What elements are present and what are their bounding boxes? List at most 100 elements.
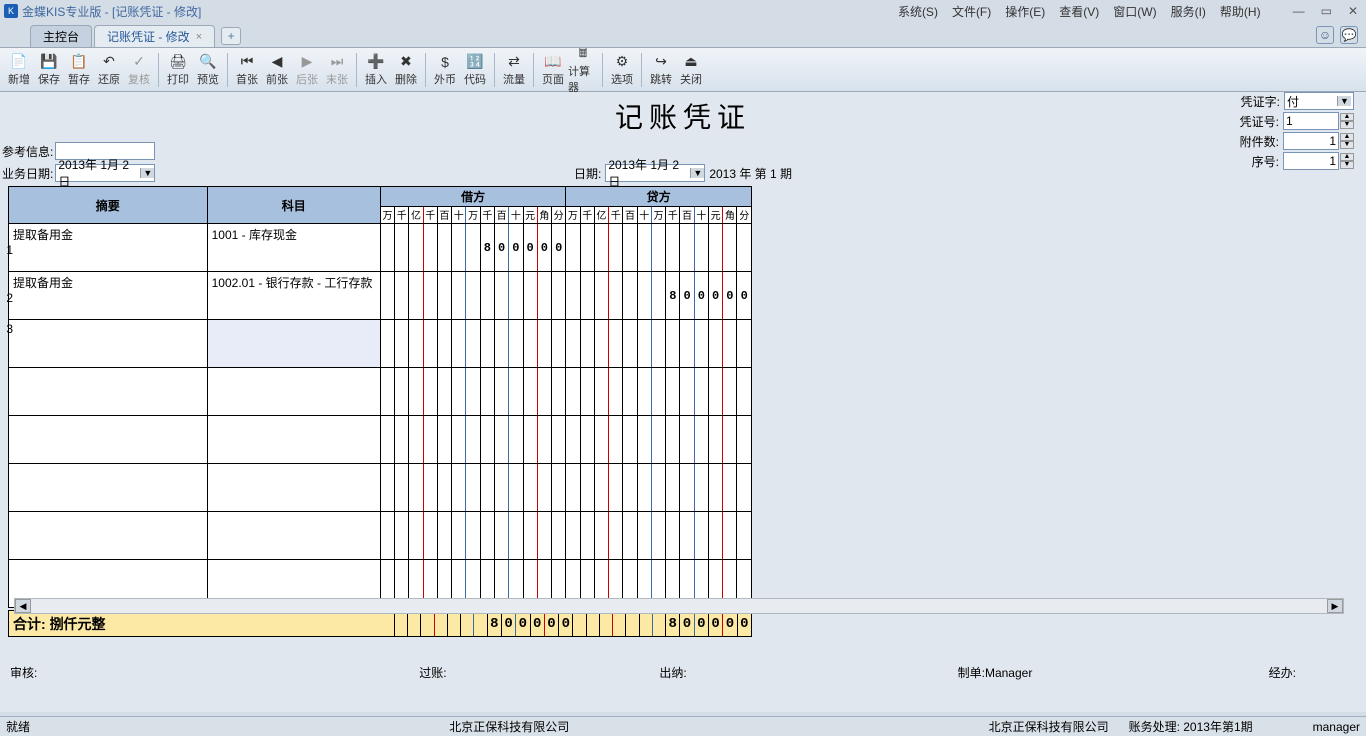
close-icon[interactable]: ×: [196, 31, 202, 43]
tab-main-console[interactable]: 主控台: [30, 25, 92, 47]
status-left: 就绪: [6, 718, 30, 735]
toolbar-末张[interactable]: ⏭末张: [322, 51, 352, 89]
voucher-word-combo[interactable]: 付▼: [1284, 92, 1354, 110]
sig-cashier: 出纳:: [588, 664, 757, 681]
restore-button[interactable]: ▭: [1317, 4, 1336, 18]
seq-label: 序号:: [1231, 153, 1279, 170]
tab-voucher-edit[interactable]: 记账凭证 - 修改×: [94, 25, 215, 47]
toolbar-插入[interactable]: ➕插入: [361, 51, 391, 89]
toolbar-新增[interactable]: 📄新增: [4, 51, 34, 89]
chevron-down-icon[interactable]: ▼: [690, 168, 704, 178]
voucher-grid: 摘要 科目 借方 贷方 万千亿千百十万千百十元角分万千亿千百十万千百十元角分 提…: [8, 186, 752, 637]
voucher-no-input[interactable]: [1283, 112, 1339, 130]
voucher-no-label: 凭证号:: [1231, 113, 1279, 130]
date-label: 日期:: [574, 165, 601, 182]
horizontal-scrollbar[interactable]: ◀ ▶: [14, 598, 1344, 614]
menubar: 系统(S) 文件(F) 操作(E) 查看(V) 窗口(W) 服务(I) 帮助(H…: [892, 3, 1362, 20]
attach-label: 附件数:: [1231, 133, 1279, 150]
close-button[interactable]: ✕: [1344, 4, 1362, 18]
toolbar-复核[interactable]: ✓复核: [124, 51, 154, 89]
header-center: 日期: 2013年 1月 2日▼ 2013 年 第 1 期: [574, 164, 792, 182]
signature-row: 审核: 过账: 出纳: 制单:Manager 经办:: [0, 664, 1366, 681]
table-row[interactable]: [9, 416, 752, 464]
toolbar-代码[interactable]: 🔢代码: [460, 51, 490, 89]
attach-input[interactable]: [1283, 132, 1339, 150]
sig-preparer-label: 制单:: [958, 666, 985, 680]
toolbar-选项[interactable]: ⚙选项: [607, 51, 637, 89]
new-tab-button[interactable]: +: [221, 27, 241, 45]
sig-poster: 过账:: [179, 664, 588, 681]
menu-window[interactable]: 窗口(W): [1107, 3, 1162, 20]
sig-auditor: 审核:: [10, 664, 179, 681]
menu-help[interactable]: 帮助(H): [1214, 3, 1267, 20]
scroll-left-button[interactable]: ◀: [15, 599, 31, 613]
sig-handler: 经办:: [1127, 664, 1356, 681]
toolbar-关闭[interactable]: ⏏关闭: [676, 51, 706, 89]
toolbar-删除[interactable]: ✖删除: [391, 51, 421, 89]
table-row[interactable]: 提取备用金21002.01 - 银行存款 - 工行存款800000: [9, 272, 752, 320]
title-bar: K 金蝶KIS专业版 - [记账凭证 - 修改] 系统(S) 文件(F) 操作(…: [0, 0, 1366, 22]
minimize-button[interactable]: —: [1289, 4, 1309, 18]
bizdate-combo[interactable]: 2013年 1月 2日▼: [55, 164, 155, 182]
document-area: 记账凭证 凭证字: 付▼ 凭证号: ▲▼ 附件数: ▲▼ 序号: ▲▼ 参考信息…: [0, 92, 1366, 712]
toolbar-还原[interactable]: ↶还原: [94, 51, 124, 89]
toolbar-跳转[interactable]: ↪跳转: [646, 51, 676, 89]
toolbar-页面[interactable]: 📖页面: [538, 51, 568, 89]
menu-service[interactable]: 服务(I): [1165, 3, 1212, 20]
date-combo[interactable]: 2013年 1月 2日▼: [605, 164, 705, 182]
scroll-right-button[interactable]: ▶: [1327, 599, 1343, 613]
toolbar-流量[interactable]: ⇄流量: [499, 51, 529, 89]
menu-operate[interactable]: 操作(E): [999, 3, 1051, 20]
bizdate-label: 业务日期:: [2, 165, 53, 182]
toolbar-后张[interactable]: ▶后张: [292, 51, 322, 89]
document-title: 记账凭证: [0, 92, 1366, 140]
seq-input[interactable]: [1283, 152, 1339, 170]
toolbar-保存[interactable]: 💾保存: [34, 51, 64, 89]
toolbar-预览[interactable]: 🔍预览: [193, 51, 223, 89]
chevron-down-icon[interactable]: ▼: [140, 168, 154, 178]
col-credit: 贷方: [566, 187, 752, 207]
status-company: 北京正保科技有限公司: [989, 718, 1109, 735]
app-icon: K: [4, 4, 18, 18]
menu-view[interactable]: 查看(V): [1053, 3, 1105, 20]
spin-down[interactable]: ▼: [1340, 121, 1354, 129]
status-center: 北京正保科技有限公司: [30, 718, 989, 735]
status-period: 账务处理: 2013年第1期: [1129, 718, 1253, 735]
header-right: 凭证字: 付▼ 凭证号: ▲▼ 附件数: ▲▼ 序号: ▲▼: [1231, 92, 1354, 172]
spin-up[interactable]: ▲: [1340, 113, 1354, 121]
toolbar: 📄新增💾保存📋暂存↶还原✓复核 🖨打印🔍预览 ⏮首张◀前张▶后张⏭末张 ➕插入✖删除 $…: [0, 48, 1366, 92]
period-text: 2013 年 第 1 期: [709, 165, 792, 182]
tab-strip: 主控台 记账凭证 - 修改× + ☺ 💬: [0, 22, 1366, 48]
spin-down[interactable]: ▼: [1340, 141, 1354, 149]
spin-up[interactable]: ▲: [1340, 153, 1354, 161]
header-left: 参考信息: 业务日期: 2013年 1月 2日▼: [2, 142, 155, 186]
col-debit: 借方: [380, 187, 565, 207]
col-account: 科目: [207, 187, 380, 224]
toolbar-打印[interactable]: 🖨打印: [163, 51, 193, 89]
app-title: 金蝶KIS专业版 - [记账凭证 - 修改]: [22, 3, 201, 20]
chevron-down-icon[interactable]: ▼: [1337, 96, 1351, 106]
table-row[interactable]: [9, 368, 752, 416]
menu-file[interactable]: 文件(F): [946, 3, 997, 20]
status-bar: 就绪 北京正保科技有限公司 北京正保科技有限公司 账务处理: 2013年第1期 …: [0, 716, 1366, 736]
table-row[interactable]: 3: [9, 320, 752, 368]
table-row[interactable]: [9, 512, 752, 560]
smiley-icon[interactable]: ☺: [1316, 26, 1334, 44]
col-summary: 摘要: [9, 187, 208, 224]
toolbar-暂存[interactable]: 📋暂存: [64, 51, 94, 89]
ref-label: 参考信息:: [2, 143, 53, 160]
toolbar-计算器[interactable]: 🖩计算器: [568, 43, 598, 97]
spin-down[interactable]: ▼: [1340, 161, 1354, 169]
table-row[interactable]: [9, 464, 752, 512]
spin-up[interactable]: ▲: [1340, 133, 1354, 141]
table-row[interactable]: 提取备用金11001 - 库存现金800000: [9, 224, 752, 272]
feedback-icon[interactable]: 💬: [1340, 26, 1358, 44]
menu-system[interactable]: 系统(S): [892, 3, 944, 20]
totals-row: 合计: 捌仟元整 800000800000: [8, 610, 752, 637]
toolbar-前张[interactable]: ◀前张: [262, 51, 292, 89]
sig-preparer: Manager: [985, 666, 1032, 680]
toolbar-外币[interactable]: $外币: [430, 51, 460, 89]
voucher-word-label: 凭证字:: [1232, 93, 1280, 110]
status-user: manager: [1313, 720, 1360, 734]
toolbar-首张[interactable]: ⏮首张: [232, 51, 262, 89]
